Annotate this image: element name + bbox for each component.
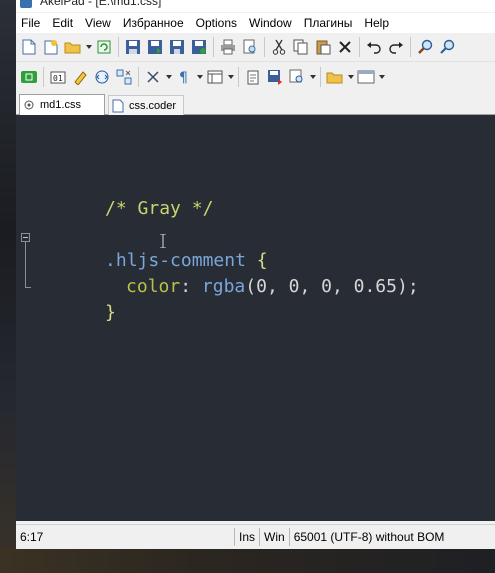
window-icon[interactable] [355, 66, 377, 88]
toolbar-separator [238, 66, 239, 87]
undo-icon[interactable] [363, 36, 385, 58]
toolbar-separator [264, 37, 265, 57]
toolbar-separator [359, 37, 360, 57]
fold-toggle-icon[interactable] [21, 233, 30, 242]
find-icon[interactable] [414, 36, 436, 58]
open-icon[interactable] [62, 36, 84, 58]
tab-bar: md1.css css.coder [16, 93, 495, 115]
text-cursor-icon [160, 234, 166, 248]
menu-bar: File Edit View Избранное Options Window … [16, 13, 495, 33]
document-icon [112, 99, 124, 112]
css-colon: : [180, 276, 202, 297]
tab-md1-css[interactable]: md1.css [19, 94, 105, 115]
fold-guide-line [25, 242, 26, 288]
save-all-icon[interactable] [144, 36, 166, 58]
coder-icon[interactable] [91, 66, 113, 88]
folder-dropdown-arrow[interactable] [346, 66, 355, 88]
desktop-background-bottom [0, 548, 495, 573]
css-arguments: (0, 0, 0, 0.65); [245, 276, 419, 297]
main-toolbar [16, 33, 495, 62]
app-icon [20, 0, 32, 8]
desktop-background [0, 0, 16, 573]
columns-dropdown-arrow[interactable] [226, 66, 235, 88]
run-icon[interactable] [18, 66, 40, 88]
svg-text:01: 01 [53, 74, 63, 83]
toolbar-separator [410, 37, 411, 57]
menu-options[interactable]: Options [190, 13, 243, 33]
css-property: color [126, 276, 181, 297]
settings-icon[interactable] [113, 66, 135, 88]
menu-window[interactable]: Window [243, 13, 298, 33]
save-icon[interactable] [122, 36, 144, 58]
menu-favorites[interactable]: Избранное [117, 13, 190, 33]
gear-file-icon [24, 100, 34, 110]
tab-css-coder[interactable]: css.coder [108, 95, 184, 115]
tab-label: md1.css [40, 99, 81, 111]
open-dropdown-arrow[interactable] [84, 36, 93, 58]
wrap-icon[interactable] [142, 66, 164, 88]
cut-icon[interactable] [268, 36, 290, 58]
clipboard-icon[interactable] [242, 66, 264, 88]
code-line-declaration: color: rgba(0, 0, 0, 0.65); [61, 248, 419, 297]
replace-icon[interactable] [436, 36, 458, 58]
fold-margin [16, 115, 38, 521]
tab-label: css.coder [129, 99, 177, 112]
pilcrow-icon[interactable]: ¶ [173, 66, 195, 88]
menu-file[interactable]: File [16, 13, 46, 33]
code-line-close: } [40, 274, 116, 323]
save-all-as-icon[interactable] [188, 36, 210, 58]
window-dropdown-arrow[interactable] [377, 66, 386, 88]
svg-text:¶: ¶ [179, 70, 188, 85]
fold-guide-end [25, 287, 31, 288]
secondary-toolbar: 01 ¶ [16, 62, 495, 91]
newline-format[interactable]: Win [260, 527, 289, 547]
menu-edit[interactable]: Edit [46, 13, 79, 33]
css-close-brace: } [105, 302, 116, 323]
insert-mode[interactable]: Ins [235, 527, 259, 547]
delete-icon[interactable] [334, 36, 356, 58]
toolbar-separator [118, 37, 119, 57]
folder-icon[interactable] [324, 66, 346, 88]
status-bar: 6:17 Ins Win 65001 (UTF-8) without BOM [16, 524, 495, 549]
new-window-icon[interactable] [40, 36, 62, 58]
columns-icon[interactable] [204, 66, 226, 88]
app-window: AkelPad - [E:\md1.css] File Edit View Из… [16, 0, 495, 549]
toolbar-separator [43, 66, 44, 87]
code-line-selector: .hljs-comment { [40, 222, 268, 271]
redo-icon[interactable] [385, 36, 407, 58]
menu-view[interactable]: View [79, 13, 117, 33]
wrap-dropdown-arrow[interactable] [164, 66, 173, 88]
toolbar-separator [320, 66, 321, 87]
save-session-icon[interactable] [264, 66, 286, 88]
zoom-dropdown-arrow[interactable] [308, 66, 317, 88]
new-file-icon[interactable] [18, 36, 40, 58]
encoding[interactable]: 65001 (UTF-8) without BOM [290, 527, 449, 547]
caret-position[interactable]: 6:17 [16, 527, 234, 547]
code-editor[interactable]: /* Gray */ .hljs-comment { color: rgba(0… [16, 115, 495, 521]
highlight-icon[interactable] [69, 66, 91, 88]
menu-plugins[interactable]: Плагины [298, 13, 359, 33]
print-preview-icon[interactable] [239, 36, 261, 58]
css-comment: /* Gray */ [105, 198, 214, 219]
print-icon[interactable] [217, 36, 239, 58]
window-title: AkelPad - [E:\md1.css] [40, 0, 162, 8]
reopen-icon[interactable] [93, 36, 115, 58]
code-line-comment: /* Gray */ [40, 170, 213, 219]
zoom-icon[interactable] [286, 66, 308, 88]
css-function: rgba [201, 276, 246, 297]
menu-help[interactable]: Help [358, 13, 395, 33]
toolbar-separator [213, 37, 214, 57]
copy-icon[interactable] [290, 36, 312, 58]
toolbar-separator [138, 66, 139, 87]
title-bar[interactable]: AkelPad - [E:\md1.css] [16, 0, 495, 12]
hex-icon[interactable]: 01 [47, 66, 69, 88]
paste-icon[interactable] [312, 36, 334, 58]
pilcrow-dropdown-arrow[interactable] [195, 66, 204, 88]
save-as-icon[interactable] [166, 36, 188, 58]
